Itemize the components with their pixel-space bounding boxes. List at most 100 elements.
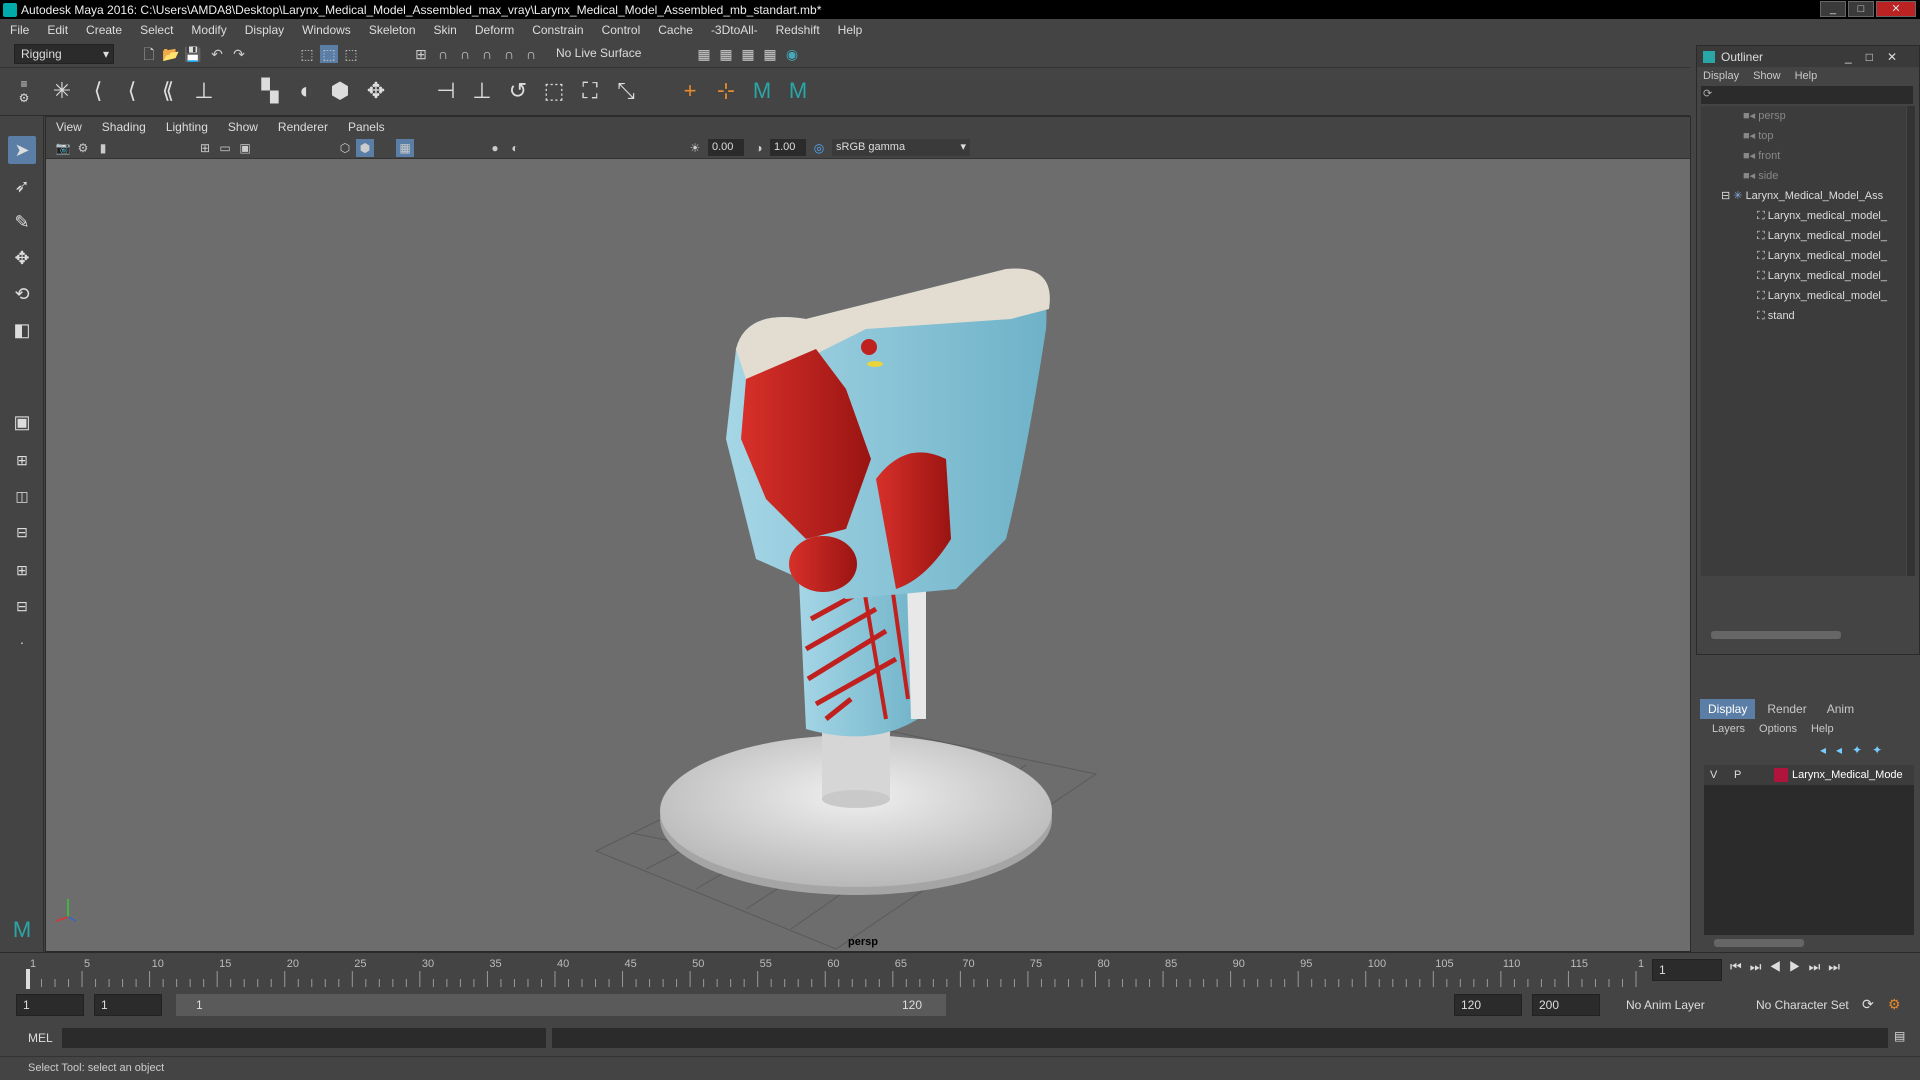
playback-controls[interactable]: ⏮⏭◀▶⏭⏭	[1730, 959, 1848, 975]
color-management-icon[interactable]: ◎	[810, 139, 828, 157]
larynx-model[interactable]	[660, 268, 1052, 896]
move-tool-icon[interactable]: ✥	[8, 244, 36, 272]
character-set-dropdown[interactable]: No Character Set	[1750, 994, 1870, 1016]
gamma-field[interactable]: 1.00	[770, 139, 806, 156]
snap-surface-icon[interactable]: ∩	[500, 45, 518, 63]
select-object-icon[interactable]: ⬚	[320, 45, 338, 63]
menuset-dropdown[interactable]: Rigging ▾	[14, 44, 114, 64]
select-component-icon[interactable]: ⬚	[342, 45, 360, 63]
snap-live-icon[interactable]: ∩	[522, 45, 540, 63]
colorspace-dropdown[interactable]: sRGB gamma ▾	[832, 139, 970, 156]
aim-constraint-icon[interactable]: ⊥	[468, 77, 496, 105]
menu-skin[interactable]: Skin	[434, 23, 457, 37]
hypershade-icon[interactable]: ▦	[761, 45, 779, 63]
mirror-joint-icon[interactable]: ⊥	[190, 77, 218, 105]
smooth-shade-icon[interactable]: ⬢	[356, 139, 374, 157]
outliner-search-input[interactable]: ⟳	[1701, 86, 1913, 104]
paint-select-icon[interactable]: ✎	[8, 208, 36, 236]
lasso-tool-icon[interactable]: ➶	[8, 172, 36, 200]
locator-joint-icon[interactable]: ⊹	[712, 77, 740, 105]
shadows-icon[interactable]: ●	[486, 139, 504, 157]
outliner-item-mesh[interactable]: ⛶ Larynx_medical_model_	[1757, 246, 1887, 266]
tab-display[interactable]: Display	[1700, 699, 1756, 719]
menu-modify[interactable]: Modify	[191, 23, 226, 37]
textured-icon[interactable]: ▦	[396, 139, 414, 157]
maximize-button[interactable]: □	[1848, 1, 1874, 17]
persp-outliner-icon[interactable]: ◫	[8, 482, 36, 510]
anim-start-field[interactable]: 1	[16, 994, 84, 1016]
menu-3dtoall[interactable]: -3DtoAll-	[711, 23, 758, 37]
persp-graph-icon[interactable]: ⊟	[8, 518, 36, 546]
menu-cache[interactable]: Cache	[658, 23, 693, 37]
outliner-item-mesh[interactable]: ⛶ Larynx_medical_model_	[1757, 266, 1887, 286]
joint-tool-icon[interactable]: ✳	[48, 77, 76, 105]
menu-select[interactable]: Select	[140, 23, 173, 37]
vp-menu-shading[interactable]: Shading	[102, 120, 146, 134]
outliner-vscrollbar[interactable]	[1907, 106, 1915, 576]
layer-visibility-toggle[interactable]: V	[1710, 765, 1717, 785]
outliner-item-mesh[interactable]: ⛶ Larynx_medical_model_	[1757, 286, 1887, 306]
new-scene-icon[interactable]: 🗋	[140, 45, 158, 63]
wireframe-icon[interactable]: ⬡	[336, 139, 354, 157]
tab-render[interactable]: Render	[1755, 699, 1818, 719]
menu-deform[interactable]: Deform	[475, 23, 514, 37]
layer-hscrollbar[interactable]	[1714, 939, 1804, 947]
pole-vector-icon[interactable]: ⤡	[612, 77, 640, 105]
locator-icon[interactable]: +	[676, 77, 704, 105]
layer-action-icons[interactable]: ◂◂✦✦	[1820, 743, 1892, 757]
scale-constraint-icon[interactable]: ⬚	[540, 77, 568, 105]
current-time-marker[interactable]	[26, 969, 30, 989]
snap-point-icon[interactable]: ∩	[456, 45, 474, 63]
ipr-render-icon[interactable]: ▦	[717, 45, 735, 63]
vp-menu-renderer[interactable]: Renderer	[278, 120, 328, 134]
menu-skeleton[interactable]: Skeleton	[369, 23, 416, 37]
vp-menu-show[interactable]: Show	[228, 120, 258, 134]
ik-spline-icon[interactable]: ⟨	[118, 77, 146, 105]
render-view-icon[interactable]: ◉	[783, 45, 801, 63]
render-frame-icon[interactable]: ▦	[695, 45, 713, 63]
layout-custom-icon[interactable]: ⊟	[8, 592, 36, 620]
script-editor-icon[interactable]: ▤	[1894, 1029, 1905, 1043]
layer-menu-layers[interactable]: Layers	[1712, 723, 1745, 735]
time-slider[interactable]: 1 5 10 15 20 25 30 35 40 45 50 55 60 65 70 75 80 85 90 95 10…	[0, 952, 1920, 990]
outliner-hscrollbar[interactable]	[1711, 631, 1841, 639]
menu-redshift[interactable]: Redshift	[776, 23, 820, 37]
persp-hypershade-icon[interactable]: ⊞	[8, 556, 36, 584]
outliner-item-group[interactable]: ⊟ ✳ Larynx_Medical_Model_Ass	[1721, 186, 1883, 206]
menu-display[interactable]: Display	[245, 23, 284, 37]
orient-constraint-icon[interactable]: ↺	[504, 77, 532, 105]
camera-select-icon[interactable]: 📷	[54, 139, 72, 157]
outliner-menu-show[interactable]: Show	[1753, 70, 1781, 82]
undo-icon[interactable]: ↶	[208, 45, 226, 63]
parent-constraint-icon[interactable]: ⛶	[576, 77, 604, 105]
anim-end-field[interactable]: 200	[1532, 994, 1600, 1016]
shelf-options-icon[interactable]: ≡ ⚙	[10, 77, 38, 105]
viewport-panel[interactable]: View Shading Lighting Show Renderer Pane…	[45, 116, 1691, 952]
bookmark-icon[interactable]: ▮	[94, 139, 112, 157]
minimize-button[interactable]: _	[1820, 1, 1846, 17]
tab-anim[interactable]: Anim	[1819, 699, 1862, 719]
current-frame-field[interactable]: 1	[1652, 959, 1722, 981]
grid-toggle-icon[interactable]: ⊞	[196, 139, 214, 157]
select-tool-icon[interactable]: ➤	[8, 136, 36, 164]
outliner-item-mesh[interactable]: ⛶ Larynx_medical_model_	[1757, 226, 1887, 246]
auto-key-icon[interactable]: ⟳	[1862, 996, 1874, 1013]
menu-windows[interactable]: Windows	[302, 23, 351, 37]
time-ruler[interactable]: 1 5 10 15 20 25 30 35 40 45 50 55 60 65 70 75 80 85 90 95 10…	[24, 953, 1644, 989]
outliner-item-stand[interactable]: ⛶ stand	[1757, 306, 1795, 326]
anim-layer-dropdown[interactable]: No Anim Layer	[1620, 994, 1740, 1016]
vp-menu-panels[interactable]: Panels	[348, 120, 385, 134]
gamma-icon[interactable]: ◑	[750, 139, 768, 157]
layer-playback-toggle[interactable]: P	[1734, 765, 1741, 785]
playback-start-field[interactable]: 1	[94, 994, 162, 1016]
bind-skin-icon[interactable]: ▚	[256, 77, 284, 105]
outliner-item-persp[interactable]: ■◂ persp	[1743, 106, 1786, 126]
exposure-field[interactable]: 0.00	[708, 139, 744, 156]
outliner-window-controls[interactable]: _□✕	[1845, 50, 1911, 64]
maya-m2-icon[interactable]: M	[784, 77, 812, 105]
open-scene-icon[interactable]: 📂	[162, 45, 180, 63]
layer-row[interactable]: V P Larynx_Medical_Mode	[1704, 765, 1914, 785]
insert-joint-icon[interactable]: ⟪	[154, 77, 182, 105]
collapse-icon[interactable]: ⊟	[1721, 190, 1733, 202]
outliner-item-mesh[interactable]: ⛶ Larynx_medical_model_	[1757, 206, 1887, 226]
